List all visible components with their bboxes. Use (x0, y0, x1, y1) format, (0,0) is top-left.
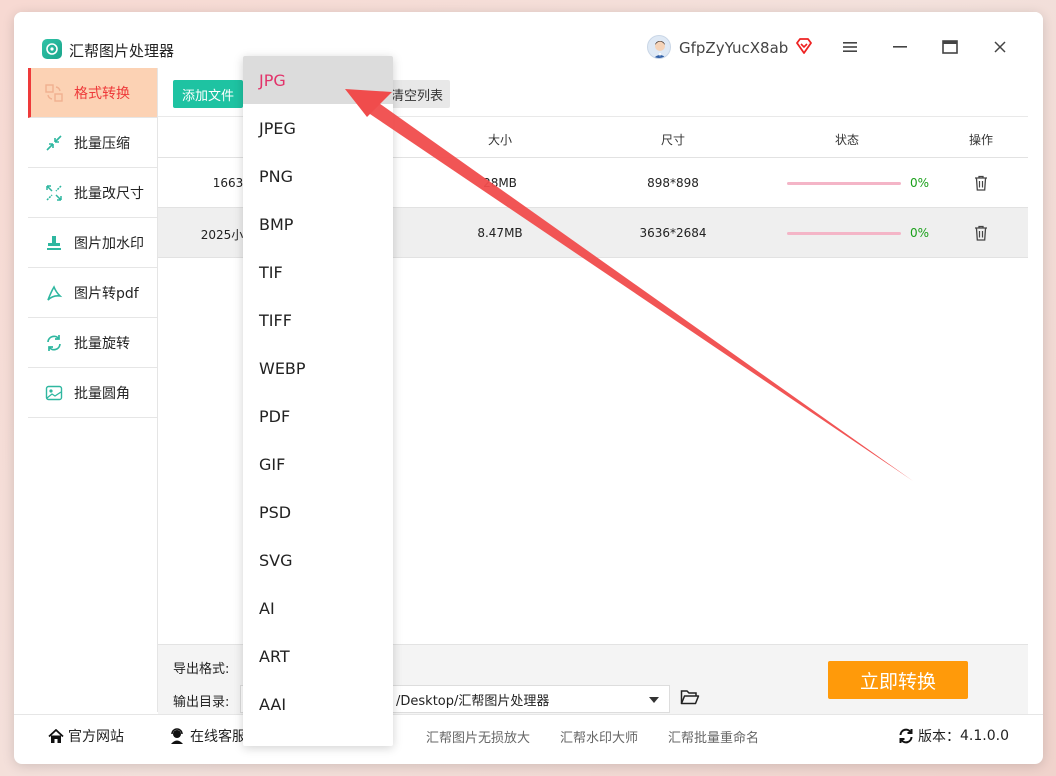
refresh-icon[interactable] (898, 728, 914, 744)
delete-icon[interactable] (974, 225, 988, 241)
sidebar-item-label: 批量改尺寸 (74, 185, 144, 202)
format-option-gif[interactable]: GIF (243, 440, 393, 488)
online-service-label: 在线客服 (190, 729, 246, 745)
sidebar-item-label: 批量旋转 (74, 335, 130, 352)
footer: 官方网站 在线客服 汇帮图片无损放大 汇帮水印大师 汇帮批量重命名 版本： 4.… (14, 714, 1043, 754)
footer-link-upscale[interactable]: 汇帮图片无损放大 (426, 727, 530, 746)
file-dimensions: 898*898 (647, 176, 699, 190)
progress-bar (787, 182, 901, 185)
sidebar-item-resize[interactable]: 批量改尺寸 (28, 168, 158, 218)
official-site-link[interactable]: 官方网站 (48, 726, 124, 746)
clear-list-button[interactable]: 清空列表 (384, 80, 450, 108)
format-option-pdf[interactable]: PDF (243, 392, 393, 440)
format-option-tiff[interactable]: TIFF (243, 296, 393, 344)
format-option-jpg[interactable]: JPG (243, 56, 393, 104)
sidebar-item-label: 格式转换 (74, 85, 130, 102)
format-option-ai[interactable]: AI (243, 584, 393, 632)
app-window: 汇帮图片处理器 GfpZyYucX8ab 格式转换 批量压缩 批量改尺寸 图片加… (14, 12, 1043, 764)
format-option-webp[interactable]: WEBP (243, 344, 393, 392)
resize-icon (44, 183, 64, 203)
convert-now-button[interactable]: 立即转换 (828, 661, 968, 699)
export-format-label: 导出格式: (173, 662, 230, 677)
sidebar-item-compress[interactable]: 批量压缩 (28, 118, 158, 168)
watermark-icon (44, 233, 64, 253)
format-option-tif[interactable]: TIF (243, 248, 393, 296)
footer-link-watermark[interactable]: 汇帮水印大师 (560, 727, 638, 746)
sidebar-item-label: 批量压缩 (74, 135, 130, 152)
add-file-button[interactable]: 添加文件 (173, 80, 243, 108)
minimize-icon[interactable] (891, 38, 909, 56)
home-icon (48, 728, 64, 743)
sidebar-item-label: 批量圆角 (74, 385, 130, 402)
online-service-link[interactable]: 在线客服 (169, 726, 246, 746)
format-option-png[interactable]: PNG (243, 152, 393, 200)
sidebar-item-to-pdf[interactable]: 图片转pdf (28, 268, 158, 318)
official-site-label: 官方网站 (68, 729, 124, 745)
app-logo-icon (42, 39, 62, 59)
pdf-icon (44, 283, 64, 303)
file-size: 28MB (483, 176, 517, 190)
header-status: 状态 (834, 133, 859, 147)
sidebar-item-rotate[interactable]: 批量旋转 (28, 318, 158, 368)
format-dropdown: JPG JPEG PNG BMP TIF TIFF WEBP PDF GIF P… (243, 56, 393, 746)
version-number: 4.1.0.0 (960, 728, 1009, 744)
sidebar-item-round-corner[interactable]: 批量圆角 (28, 368, 158, 418)
format-option-svg[interactable]: SVG (243, 536, 393, 584)
file-dimensions: 3636*2684 (639, 226, 707, 240)
rotate-icon (44, 333, 64, 353)
format-option-aai[interactable]: AAI (243, 680, 393, 728)
format-option-jpeg[interactable]: JPEG (243, 104, 393, 152)
output-dir-label: 输出目录: (173, 695, 230, 710)
sidebar: 格式转换 批量压缩 批量改尺寸 图片加水印 图片转pdf 批量旋转 批量圆角 (28, 68, 158, 422)
progress-bar (787, 232, 901, 235)
chevron-down-icon (649, 697, 659, 703)
sidebar-item-watermark[interactable]: 图片加水印 (28, 218, 158, 268)
app-title: 汇帮图片处理器 (69, 42, 175, 60)
avatar[interactable] (647, 35, 671, 59)
sidebar-item-label: 图片转pdf (74, 285, 139, 302)
progress-percent: 0% (910, 176, 930, 190)
compress-icon (44, 133, 64, 153)
username[interactable]: GfpZyYucX8ab (679, 39, 788, 57)
close-icon[interactable] (991, 38, 1009, 56)
round-corner-icon (44, 383, 64, 403)
file-size: 8.47MB (477, 226, 523, 240)
format-convert-icon (44, 83, 64, 103)
output-dir-value: /Desktop/汇帮图片处理器 (396, 693, 550, 709)
menu-icon[interactable] (841, 38, 859, 56)
sidebar-item-format-convert[interactable]: 格式转换 (28, 68, 158, 118)
format-option-psd[interactable]: PSD (243, 488, 393, 536)
version-label: 版本： (918, 729, 960, 745)
sidebar-item-label: 图片加水印 (74, 235, 144, 252)
progress-percent: 0% (910, 226, 930, 240)
title-bar: 汇帮图片处理器 GfpZyYucX8ab (14, 12, 1043, 68)
header-dimensions: 尺寸 (660, 133, 685, 147)
format-option-art[interactable]: ART (243, 632, 393, 680)
version-info: 版本： 4.1.0.0 (898, 726, 1009, 746)
delete-icon[interactable] (974, 175, 988, 191)
format-option-bmp[interactable]: BMP (243, 200, 393, 248)
header-action: 操作 (968, 133, 993, 147)
header-size: 大小 (487, 133, 512, 147)
folder-open-icon[interactable] (680, 688, 700, 706)
footer-link-rename[interactable]: 汇帮批量重命名 (668, 727, 759, 746)
headset-icon (171, 728, 183, 744)
vip-diamond-icon[interactable] (795, 38, 813, 54)
maximize-icon[interactable] (941, 38, 959, 56)
